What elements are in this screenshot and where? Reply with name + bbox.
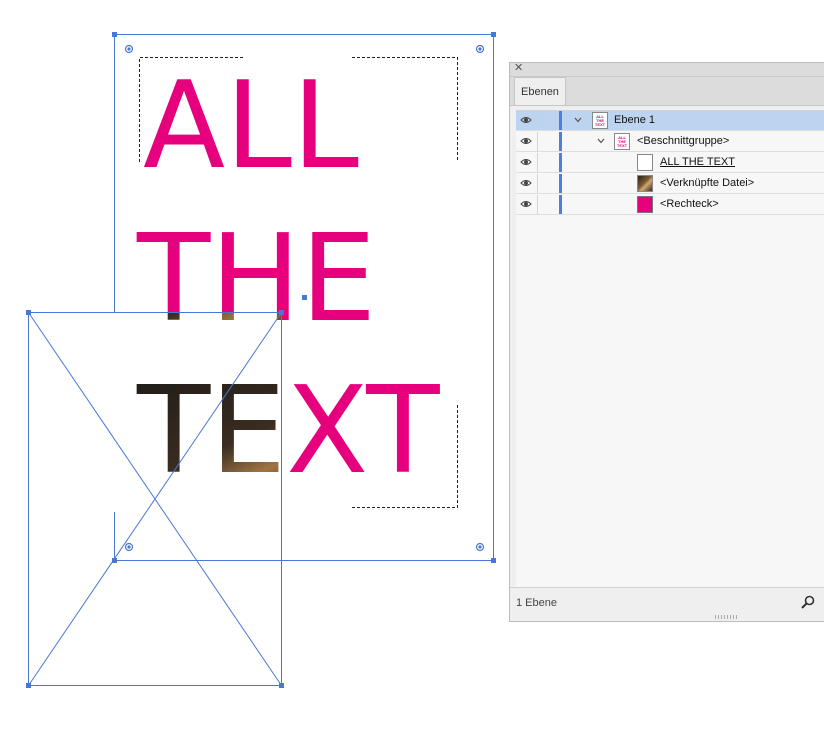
layer-row-label: Ebene 1 [614, 114, 655, 126]
close-icon[interactable]: ✕ [514, 61, 523, 75]
layer-list[interactable]: ALL THE TEXT Ebene 1 ALL THE TEXT <Beschnit… [516, 110, 824, 591]
resize-grip[interactable] [715, 615, 739, 619]
pink-thumbnail [637, 196, 653, 213]
lock-column[interactable] [537, 132, 538, 151]
handle-top-right[interactable] [491, 32, 496, 37]
layer-row[interactable]: ALL THE TEXT [516, 153, 824, 173]
panel-title-bar[interactable]: ✕ [510, 61, 824, 77]
eye-icon[interactable] [520, 177, 532, 189]
layer-row[interactable]: <Rechteck> [516, 195, 824, 215]
magnifier-icon[interactable] [800, 594, 816, 610]
lock-column[interactable] [537, 174, 538, 193]
handle-bottom-right[interactable] [491, 558, 496, 563]
panel-footer: 1 Ebene [510, 587, 824, 621]
thumb-mini-text: ALL THE TEXT [616, 135, 628, 148]
layer-row-label: ALL THE TEXT [660, 156, 735, 168]
text-thumbnail: ALL THE TEXT [592, 112, 608, 129]
layer-row[interactable]: <Verknüpfte Datei> [516, 174, 824, 194]
tab-layers[interactable]: Ebenen [514, 77, 566, 105]
lock-column[interactable] [537, 111, 538, 130]
layer-color-bar [559, 111, 562, 130]
layer-count: 1 Ebene [516, 597, 557, 609]
chevron-down-icon[interactable] [574, 116, 582, 124]
layer-row-label: <Verknüpfte Datei> [660, 177, 755, 189]
eye-icon[interactable] [520, 114, 532, 126]
layer-color-bar [559, 174, 562, 193]
handle-top-left[interactable] [112, 32, 117, 37]
layer-color-bar [559, 195, 562, 214]
thumb-mini-text: ALL THE TEXT [594, 114, 606, 127]
layers-panel[interactable]: ✕ Ebenen ALL THE TEXT Ebene 1 ALL THE TEXT… [509, 62, 824, 622]
layer-row[interactable]: ALL THE TEXT Ebene 1 [516, 111, 824, 131]
layer-row-label: <Rechteck> [660, 198, 719, 210]
layer-row[interactable]: ALL THE TEXT <Beschnittgruppe> [516, 132, 824, 152]
text-line-all[interactable]: ALL [143, 57, 359, 196]
layer-color-bar [559, 153, 562, 172]
chevron-down-icon[interactable] [597, 137, 605, 145]
lock-column[interactable] [537, 153, 538, 172]
eye-icon[interactable] [520, 156, 532, 168]
image-thumbnail [637, 175, 653, 192]
layer-color-bar [559, 132, 562, 151]
empty-thumbnail [637, 154, 653, 171]
eye-icon[interactable] [520, 135, 532, 147]
layer-row-label: <Beschnittgruppe> [637, 135, 730, 147]
text-thumbnail: ALL THE TEXT [614, 133, 630, 150]
panel-tab-bar: Ebenen [510, 77, 824, 106]
lock-column[interactable] [537, 195, 538, 214]
eye-icon[interactable] [520, 198, 532, 210]
